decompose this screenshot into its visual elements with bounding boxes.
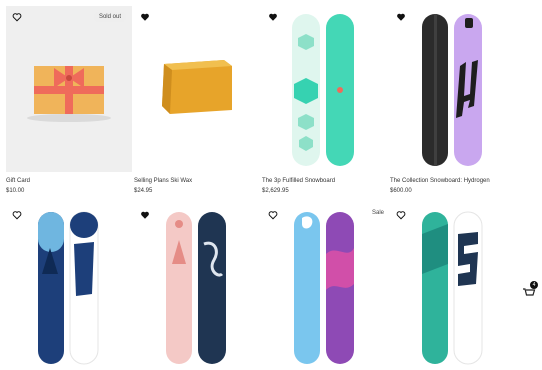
- cart-button[interactable]: 4: [522, 281, 538, 299]
- product-name[interactable]: The Collection Snowboard: Hydrogen: [390, 178, 490, 184]
- ski-wax-image: [134, 6, 260, 172]
- heart-icon[interactable]: [140, 12, 150, 22]
- product-image[interactable]: [6, 6, 132, 172]
- cart-count-badge: 4: [530, 281, 538, 289]
- snowboard-image: [262, 6, 388, 172]
- product-image[interactable]: [134, 6, 260, 172]
- heart-icon[interactable]: [268, 12, 278, 22]
- heart-icon[interactable]: [12, 12, 22, 22]
- sold-out-badge: Sold out: [93, 12, 126, 22]
- sale-badge: Sale: [371, 210, 384, 216]
- product-image[interactable]: [134, 204, 260, 370]
- product-image[interactable]: [6, 204, 132, 370]
- product-image[interactable]: [262, 6, 388, 172]
- snowboard-image: [134, 204, 260, 370]
- product-name[interactable]: The 3p Fulfilled Snowboard: [262, 178, 335, 184]
- product-image[interactable]: [262, 204, 388, 370]
- snowboard-image: [262, 204, 388, 370]
- gift-card-image: [27, 66, 111, 122]
- heart-icon[interactable]: [396, 210, 406, 220]
- snowboard-image: [390, 6, 516, 172]
- heart-icon[interactable]: [396, 12, 406, 22]
- snowboard-image: [390, 204, 516, 370]
- product-image[interactable]: [390, 204, 516, 370]
- product-name[interactable]: Gift Card: [6, 178, 30, 184]
- product-name[interactable]: Selling Plans Ski Wax: [134, 178, 192, 184]
- heart-icon[interactable]: [12, 210, 22, 220]
- product-price: $600.00: [390, 188, 412, 194]
- product-price: $24.95: [134, 188, 153, 194]
- product-price: $10.00: [6, 188, 25, 194]
- heart-icon[interactable]: [268, 210, 278, 220]
- product-price: $2,629.95: [262, 188, 289, 194]
- heart-icon[interactable]: [140, 210, 150, 220]
- snowboard-image: [6, 204, 132, 370]
- product-image[interactable]: [390, 6, 516, 172]
